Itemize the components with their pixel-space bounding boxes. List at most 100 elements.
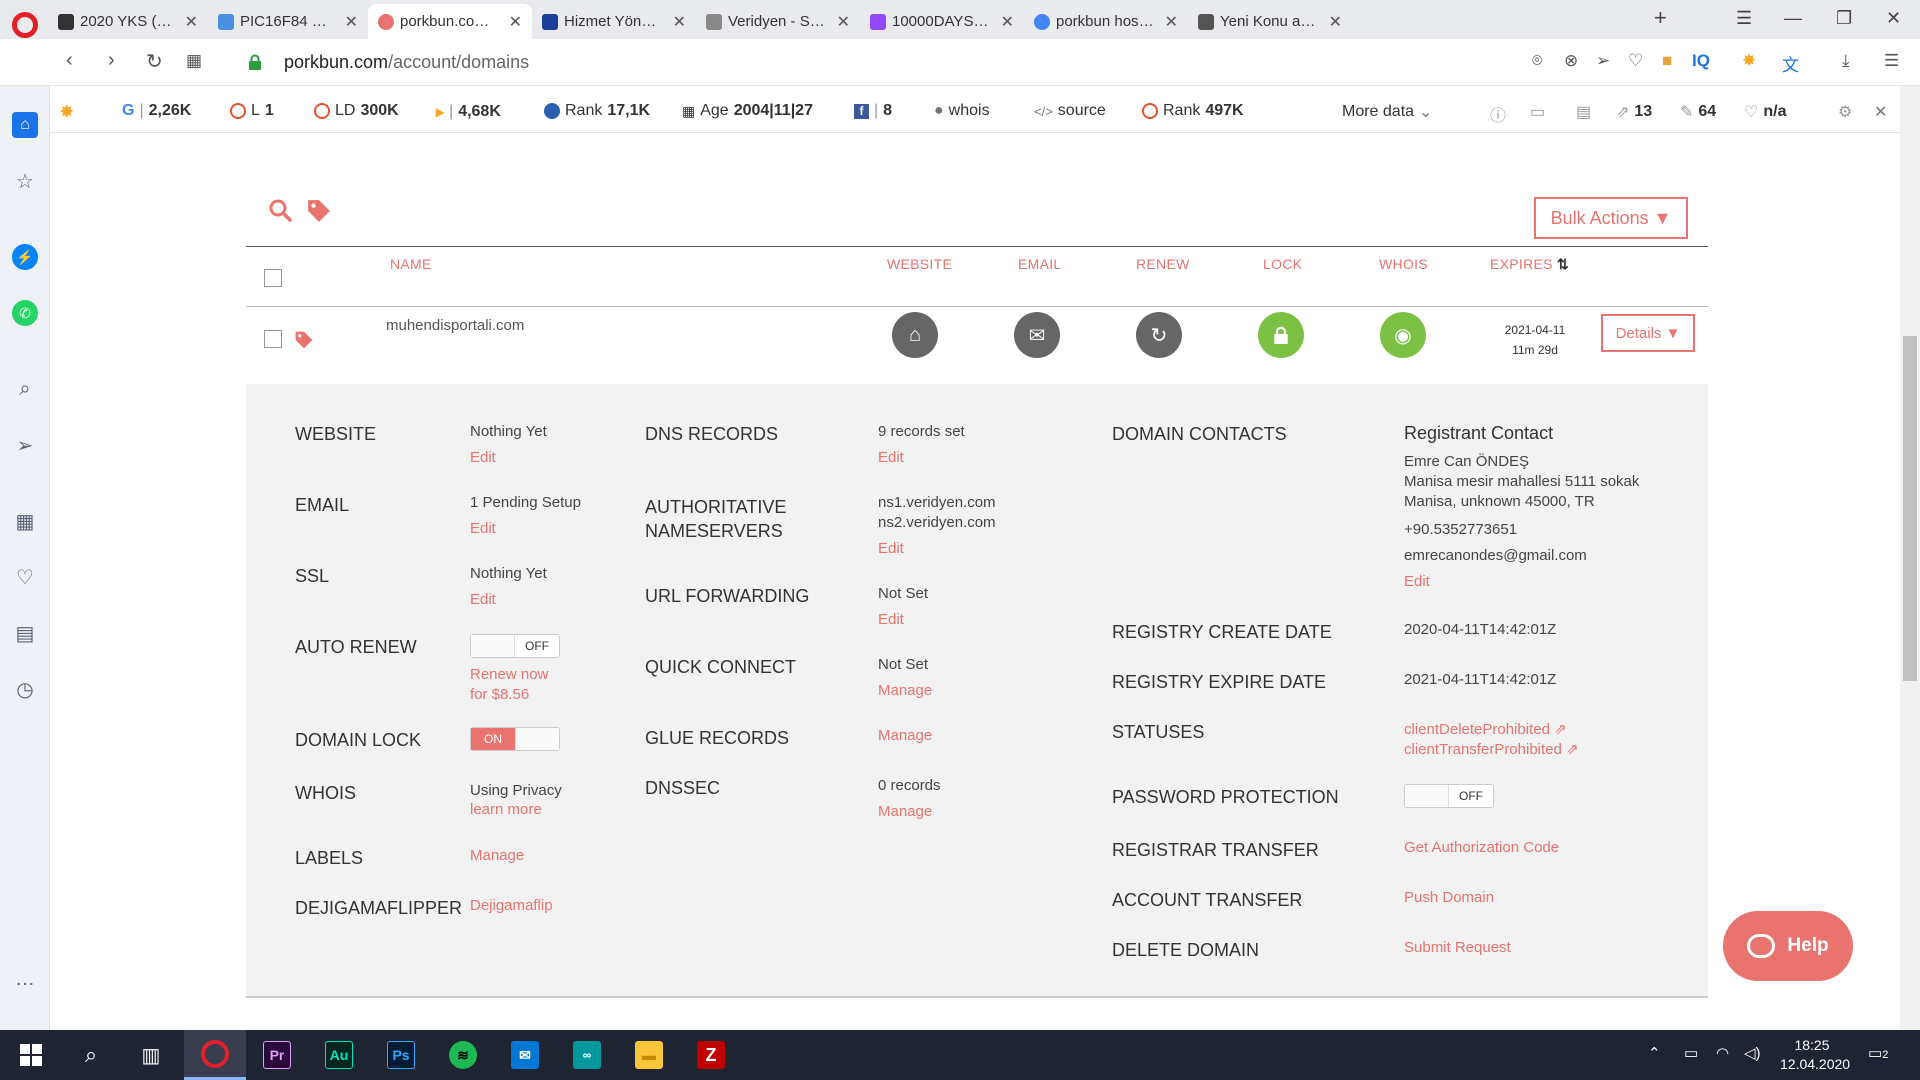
seo-linking-domains[interactable]: LD 300K	[314, 102, 399, 120]
speed-dial-icon[interactable]: ▦	[186, 51, 202, 71]
details-button[interactable]: Details ▼	[1601, 314, 1695, 352]
column-header-name[interactable]: NAME	[390, 256, 432, 272]
tag-icon[interactable]	[294, 330, 314, 350]
back-icon[interactable]: ‹	[66, 49, 73, 72]
page-scrollbar[interactable]	[1900, 86, 1920, 1030]
mail-icon[interactable]: ✉	[494, 1030, 556, 1080]
lock-icon[interactable]	[1258, 312, 1304, 358]
dns-edit-link[interactable]: Edit	[878, 448, 904, 468]
battery-icon[interactable]: ▭	[1684, 1044, 1698, 1062]
nameservers-edit-link[interactable]: Edit	[878, 539, 904, 559]
close-icon[interactable]: ✕	[509, 12, 522, 32]
iq-extension-icon[interactable]: IQ	[1692, 51, 1710, 71]
opera-taskbar-icon[interactable]	[184, 1030, 246, 1080]
info-icon[interactable]: ⓘ	[1490, 102, 1506, 126]
filezilla-icon[interactable]: Z	[680, 1030, 742, 1080]
status-client-transfer-prohibited-link[interactable]: clientTransferProhibited ⇗	[1404, 740, 1579, 760]
seo-domain-age[interactable]: ▦ Age 2004|11|27	[682, 102, 813, 120]
column-header-expires[interactable]: EXPIRES ⇅	[1490, 256, 1569, 273]
help-button[interactable]: Help	[1723, 911, 1853, 981]
column-header-lock[interactable]: LOCK	[1263, 256, 1302, 272]
website-edit-link[interactable]: Edit	[470, 448, 496, 468]
seo-health[interactable]: ♡ n/a	[1744, 102, 1786, 122]
history-icon[interactable]: ◷	[12, 676, 38, 702]
submit-request-link[interactable]: Submit Request	[1404, 938, 1511, 958]
get-authorization-code-link[interactable]: Get Authorization Code	[1404, 838, 1559, 858]
close-icon[interactable]: ✕	[1329, 12, 1342, 32]
website-home-icon[interactable]: ⌂	[892, 312, 938, 358]
seo-alexa-rank[interactable]: Rank 17,1K	[544, 102, 650, 120]
seo-bing-index[interactable]: ▸ | 4,68K	[436, 102, 501, 122]
new-tab-button[interactable]: +	[1654, 5, 1667, 31]
registrant-edit-link[interactable]: Edit	[1404, 572, 1430, 592]
seo-extension-icon[interactable]: ✸	[1742, 51, 1756, 71]
photoshop-icon[interactable]: Ps	[370, 1030, 432, 1080]
volume-icon[interactable]: ◁)	[1744, 1044, 1761, 1062]
seo-logo-icon[interactable]: ✸	[60, 102, 73, 122]
windows-start-icon[interactable]	[0, 1030, 62, 1080]
send-icon[interactable]: ➢	[1596, 51, 1610, 71]
heart-icon[interactable]: ♡	[1628, 51, 1643, 71]
arduino-icon[interactable]: ∞	[556, 1030, 618, 1080]
reload-icon[interactable]: ↻	[146, 49, 163, 74]
search-icon[interactable]	[268, 198, 292, 222]
close-icon[interactable]: ✕	[837, 12, 850, 32]
domain-lock-toggle[interactable]: ON	[470, 727, 560, 751]
tab-yks[interactable]: 2020 YKS (TYT-AYT) ✕	[48, 4, 208, 39]
tag-icon[interactable]	[306, 198, 332, 224]
whatsapp-icon[interactable]: ✆	[12, 300, 38, 326]
more-icon[interactable]: …	[12, 966, 38, 992]
task-view-icon[interactable]: ▥	[120, 1030, 182, 1080]
close-icon[interactable]: ✕	[1874, 102, 1887, 122]
tab-pic16f84[interactable]: PIC16F84 Komutları ✕	[208, 4, 368, 39]
gear-icon[interactable]: ⚙	[1838, 102, 1852, 122]
close-icon[interactable]: ✕	[1165, 12, 1178, 32]
close-window-button[interactable]: ✕	[1886, 8, 1901, 29]
column-header-renew[interactable]: RENEW	[1136, 256, 1190, 272]
density-icon[interactable]: ▤	[1576, 102, 1591, 122]
messenger-icon[interactable]: ⚡	[12, 244, 38, 270]
bulk-actions-button[interactable]: Bulk Actions ▼	[1534, 197, 1688, 239]
renew-now-link[interactable]: Renew now for $8.56	[470, 665, 548, 705]
whois-eye-icon[interactable]: ◉	[1380, 312, 1426, 358]
whois-learn-more-link[interactable]: learn more	[470, 800, 542, 820]
dnssec-manage-link[interactable]: Manage	[878, 802, 932, 822]
domain-name[interactable]: muhendisportali.com	[386, 317, 524, 334]
close-icon[interactable]: ✕	[1001, 12, 1014, 32]
seo-links[interactable]: L1	[230, 102, 274, 120]
opera-logo-icon[interactable]	[12, 12, 38, 38]
seo-semrush-rank[interactable]: Rank 497K	[1142, 102, 1244, 120]
renew-refresh-icon[interactable]: ↻	[1136, 312, 1182, 358]
download-icon[interactable]: ⤓	[1842, 51, 1850, 71]
page-info-icon[interactable]: ▭	[1530, 102, 1545, 122]
dejigamaflip-link[interactable]: Dejigamaflip	[470, 896, 553, 916]
email-edit-link[interactable]: Edit	[470, 519, 496, 539]
more-data-dropdown[interactable]: More data ⌄	[1342, 102, 1432, 122]
tab-twitch[interactable]: 10000DAYS - Twitch ✕	[860, 4, 1024, 39]
status-client-delete-prohibited-link[interactable]: clientDeleteProhibited ⇗	[1404, 720, 1567, 740]
restore-button[interactable]: ❐	[1836, 8, 1852, 29]
adblock-icon[interactable]: ⊗	[1564, 51, 1578, 71]
column-header-whois[interactable]: WHOIS	[1379, 256, 1428, 272]
close-icon[interactable]: ✕	[673, 12, 686, 32]
tab-hizmet[interactable]: Hizmet Yönetimi - V ✕	[532, 4, 696, 39]
seo-internal-links[interactable]: ✎ 64	[1680, 102, 1716, 122]
star-icon[interactable]: ☆	[12, 168, 38, 194]
tab-google-search[interactable]: porkbun hostinge y ✕	[1024, 4, 1188, 39]
extensions-icon[interactable]: ▦	[12, 508, 38, 534]
auto-renew-toggle[interactable]: OFF	[470, 634, 560, 658]
scrollbar-thumb[interactable]	[1903, 336, 1917, 681]
forward-icon[interactable]: ›	[108, 49, 115, 72]
audition-icon[interactable]: Au	[308, 1030, 370, 1080]
news-icon[interactable]: ▤	[12, 620, 38, 646]
row-checkbox[interactable]	[264, 330, 282, 348]
select-all-checkbox[interactable]	[264, 269, 282, 287]
email-envelope-icon[interactable]: ✉	[1014, 312, 1060, 358]
column-header-website[interactable]: WEBSITE	[887, 256, 952, 272]
close-icon[interactable]: ✕	[185, 12, 198, 32]
seo-source[interactable]: </> source	[1034, 102, 1106, 120]
spotify-icon[interactable]: ≋	[432, 1030, 494, 1080]
seo-google-index[interactable]: G | 2,26K	[122, 102, 191, 120]
home-icon[interactable]: ⌂	[12, 112, 38, 138]
notifications-icon[interactable]: ▭2	[1868, 1044, 1888, 1062]
